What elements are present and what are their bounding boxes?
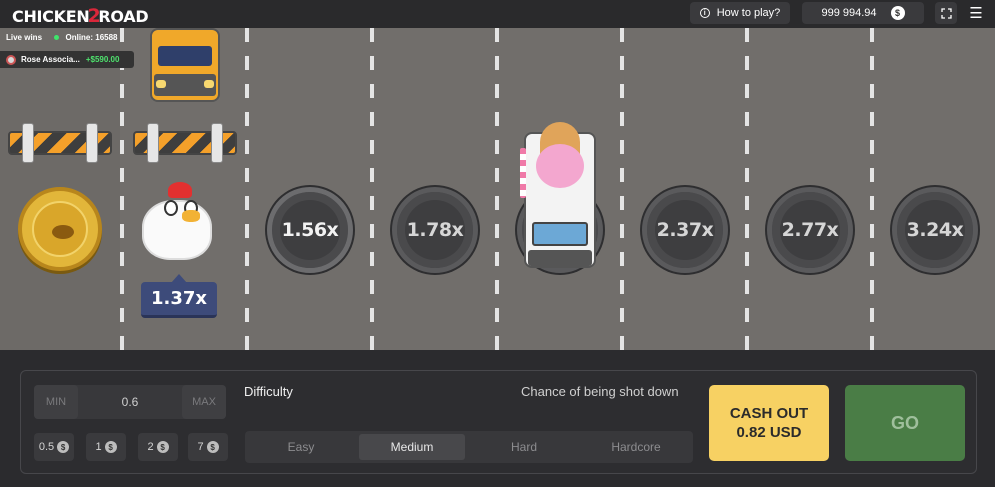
lane-divider — [745, 28, 749, 350]
bet-panel: MIN 0.6 MAX 0.5 $ 1 $ 2 $ 7 $ Difficulty Cha… — [20, 370, 977, 474]
lane-divider — [620, 28, 624, 350]
info-icon: i — [699, 8, 710, 18]
live-win-row: Rose Associa... +$590.00 — [0, 51, 134, 68]
chance-label: Chance of being shot down — [521, 384, 679, 399]
go-button[interactable]: GO — [845, 385, 965, 461]
online-status-dot — [54, 35, 60, 40]
quick-bet-button[interactable]: 2 $ — [138, 433, 178, 461]
dollar-coin-icon: $ — [206, 441, 219, 453]
game-logo: CHICKEN2ROAD — [12, 5, 149, 27]
winner-name: Rose Associa... — [21, 55, 80, 64]
quick-bet-button[interactable]: 7 $ — [188, 433, 228, 461]
avatar — [6, 54, 16, 65]
difficulty-tab-hardcore[interactable]: Hardcore — [583, 434, 689, 460]
hamburger-menu-icon: ☰ — [969, 5, 983, 22]
lane-multiplier: 1.78x — [392, 187, 478, 273]
cash-out-button[interactable]: CASH OUT 0.82 USD — [709, 385, 829, 461]
lane-multiplier: 3.24x — [892, 187, 978, 273]
top-bar: CHICKEN2ROAD i How to play? 999 994.94 $… — [0, 0, 995, 28]
lane-multiplier: 2.77x — [767, 187, 853, 273]
win-amount: +$590.00 — [85, 55, 120, 64]
difficulty-tab-medium[interactable]: Medium — [359, 434, 465, 460]
balance-display: 999 994.94 $ — [802, 2, 924, 24]
bet-amount-input[interactable]: 0.6 — [78, 385, 182, 419]
difficulty-tab-hard[interactable]: Hard — [471, 434, 577, 460]
max-bet-button[interactable]: MAX — [182, 385, 226, 419]
lane-divider — [370, 28, 374, 350]
truck-vehicle — [150, 28, 220, 102]
difficulty-tab-easy[interactable]: Easy — [248, 434, 354, 460]
lane-divider — [245, 28, 249, 350]
how-to-play-button[interactable]: i How to play? — [690, 2, 790, 24]
fullscreen-button[interactable] — [935, 2, 957, 24]
difficulty-selector: Easy Medium Hard Hardcore — [245, 431, 693, 463]
min-bet-button[interactable]: MIN — [34, 385, 78, 419]
live-wins-panel: Live wins Online: 16588 Rose Associa... … — [0, 30, 134, 72]
current-multiplier-badge: 1.37x — [141, 274, 217, 318]
controls-area: MIN 0.6 MAX 0.5 $ 1 $ 2 $ 7 $ Difficulty Cha… — [0, 350, 995, 487]
ice-cream-truck-vehicle — [520, 122, 600, 268]
next-lane-multiplier[interactable]: 1.56x — [267, 187, 353, 273]
start-coin-icon — [18, 187, 102, 271]
quick-bet-button[interactable]: 1 $ — [86, 433, 126, 461]
lane-divider — [120, 28, 124, 350]
quick-bet-button[interactable]: 0.5 $ — [34, 433, 74, 461]
bet-amount-control: MIN 0.6 MAX — [34, 385, 226, 419]
road-barrier — [8, 123, 112, 163]
fullscreen-icon — [940, 7, 952, 19]
dollar-coin-icon: $ — [104, 441, 117, 453]
road-barrier — [133, 123, 237, 163]
live-wins-label: Live wins — [6, 33, 43, 42]
chicken-character — [138, 180, 218, 266]
lane-divider — [870, 28, 874, 350]
balance-value: 999 994.94 — [821, 7, 877, 19]
dollar-coin-icon: $ — [156, 441, 169, 453]
dollar-coin-icon: $ — [57, 441, 70, 453]
lane-divider — [495, 28, 499, 350]
game-road: Live wins Online: 16588 Rose Associa... … — [0, 28, 995, 350]
menu-button[interactable]: ☰ — [966, 2, 986, 24]
online-count: Online: 16588 — [65, 33, 118, 42]
dollar-coin-icon: $ — [890, 6, 905, 20]
lane-multiplier: 2.37x — [642, 187, 728, 273]
difficulty-label: Difficulty — [244, 384, 293, 399]
game-app: CHICKEN2ROAD i How to play? 999 994.94 $… — [0, 0, 995, 487]
